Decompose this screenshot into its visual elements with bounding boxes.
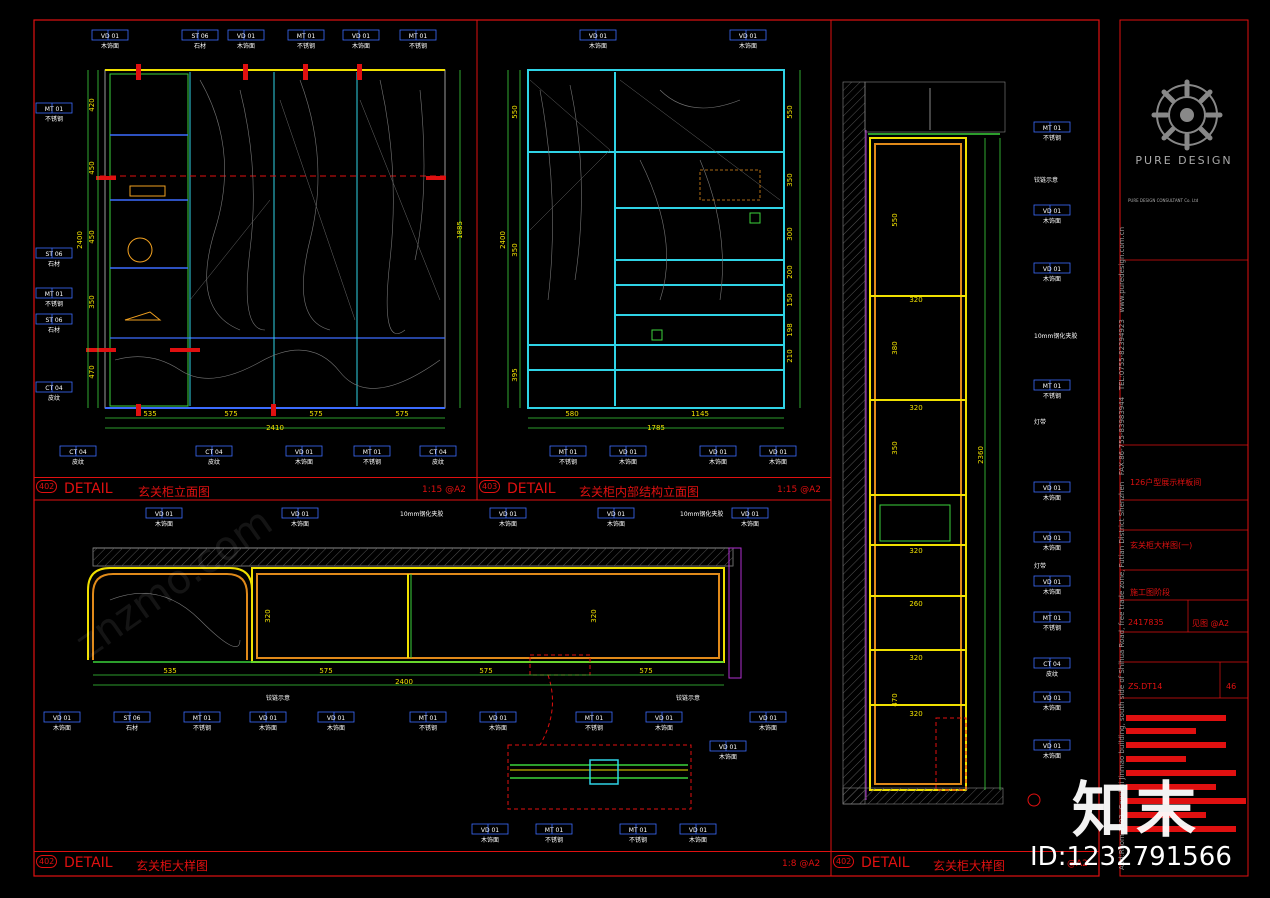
watermark-logo: 知末 — [1072, 776, 1200, 846]
fax-text: FAX:86-755-83983944 — [1118, 396, 1126, 476]
tel-text: TEL:0755-82394923 — [1118, 319, 1126, 391]
brand-name: PURE DESIGN — [1135, 154, 1233, 167]
panel-2-scale: 1:15 @A2 — [777, 485, 821, 495]
panel-1-caption: 402 DETAIL 玄关柜立面图 1:15 @A2 — [34, 477, 477, 501]
panel-4-title: 玄关柜大样图 — [933, 859, 1006, 873]
panel-3-title: 玄关柜大样图 — [136, 859, 209, 873]
title-block: PURE DESIGN PURE DESIGN CONSULTANT Co. L… — [1120, 20, 1248, 876]
panel-3-caption: 402 DETAIL 玄关柜大样图 1:8 @A2 — [34, 851, 831, 877]
panel-1-number: 402 — [36, 480, 58, 493]
website-text: www.puredesign.com.cn — [1118, 226, 1126, 313]
panel-2-title: 玄关柜内部结构立面图 — [579, 485, 700, 499]
page-number: 46 — [1226, 682, 1237, 691]
panel-1-scale: 1:15 @A2 — [422, 485, 466, 495]
panel-1-label: DETAIL — [64, 481, 113, 497]
project-no: 2417835 — [1128, 618, 1164, 627]
panel-2-label: DETAIL — [507, 481, 556, 497]
panel-2-number: 403 — [479, 480, 501, 493]
panel-1-title: 玄关柜立面图 — [138, 485, 211, 499]
drawing-no: ZS.DT14 — [1128, 682, 1163, 691]
contact-vertical: Add:Room 3303, Caoshui Jinmao building, … — [1106, 30, 1126, 870]
stage: 施工图阶段 — [1130, 588, 1170, 597]
panel-3-label: DETAIL — [64, 855, 113, 871]
panel-2-caption: 403 DETAIL 玄关柜内部结构立面图 1:15 @A2 — [477, 477, 831, 501]
project-name: 126户型展示样板间 — [1130, 478, 1202, 487]
panel-4-label: DETAIL — [861, 855, 910, 871]
watermark-url: znzmo.com — [67, 498, 281, 668]
panel-4-number: 402 — [833, 855, 855, 868]
panel-3-scale: 1:8 @A2 — [782, 859, 821, 869]
sheet-scale: 见图 @A2 — [1192, 619, 1230, 628]
drawing-name: 玄关柜大样图(一) — [1130, 541, 1193, 550]
watermark-id: ID:1232791566 — [1030, 842, 1232, 872]
company-line: PURE DESIGN CONSULTANT Co. Ltd — [1128, 198, 1199, 203]
panel-3-number: 402 — [36, 855, 58, 868]
